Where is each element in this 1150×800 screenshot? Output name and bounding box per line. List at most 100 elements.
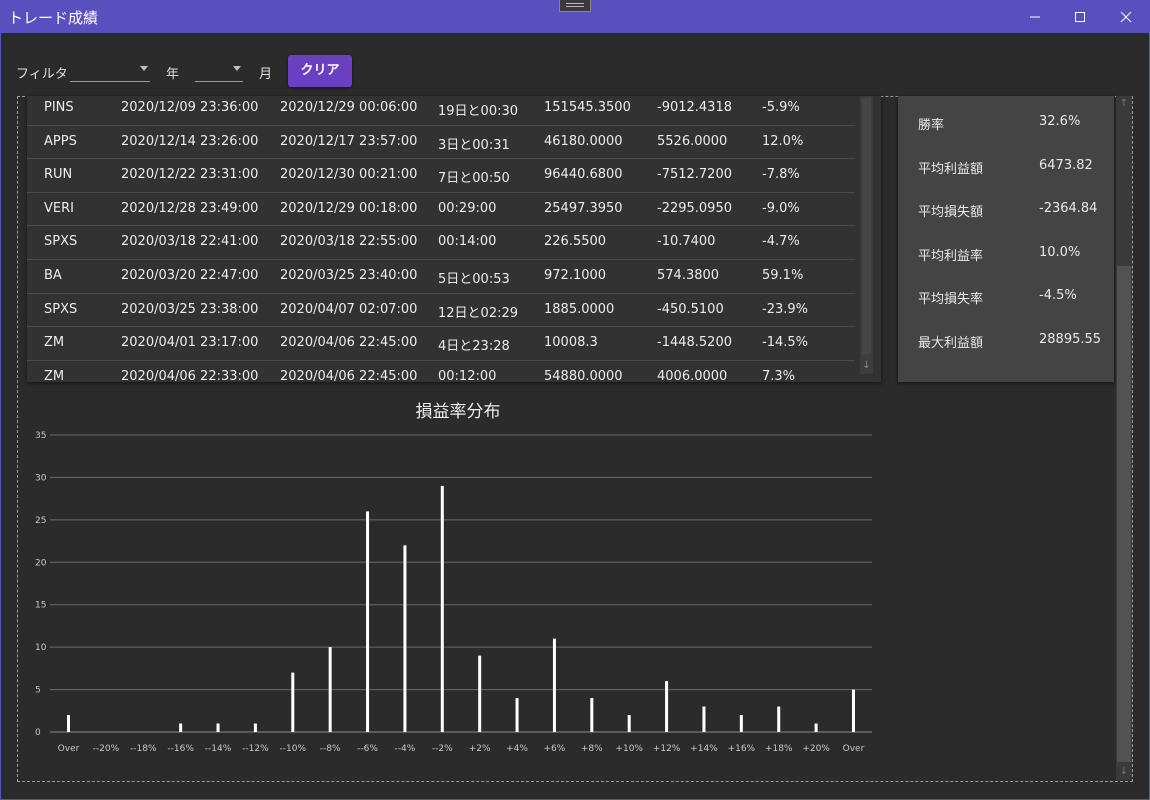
cell-duration: 5日と00:53 <box>438 271 510 287</box>
cell-symbol: APPS <box>44 133 77 149</box>
bar <box>777 706 781 732</box>
y-tick-label: 35 <box>35 431 46 441</box>
y-tick-label: 10 <box>35 643 47 653</box>
scroll-up-arrow-icon[interactable]: ↑ <box>1116 96 1132 112</box>
cell-duration: 19日と00:30 <box>438 104 519 119</box>
x-tick-label: --18% <box>130 744 157 754</box>
table-row[interactable]: SPXS 2020/03/18 22:41:00 2020/03/18 22:55:… <box>27 226 855 260</box>
stat-value: 28895.55 <box>1039 331 1102 347</box>
drag-grip-handle[interactable] <box>559 0 591 12</box>
table-row[interactable]: ZM 2020/04/01 23:17:00 2020/04/06 22:45:00… <box>27 327 855 361</box>
cell-amount: 151545.3500 <box>544 100 631 115</box>
page-scrollbar-thumb[interactable] <box>1117 266 1131 762</box>
bar <box>67 715 70 732</box>
x-tick-label: --20% <box>93 744 120 754</box>
cell-rate: -4.7% <box>762 234 800 250</box>
table-row[interactable]: BA 2020/03/20 22:47:00 2020/03/25 23:40:00… <box>27 260 855 294</box>
x-tick-label: +14% <box>690 744 718 754</box>
cell-amount: 46180.0000 <box>544 133 623 149</box>
x-tick-label: --4% <box>395 744 416 754</box>
y-tick-label: 30 <box>35 473 47 483</box>
minimize-button[interactable] <box>1012 0 1058 32</box>
cell-pnl: 574.3800 <box>657 267 720 283</box>
cell-close: 2020/04/07 02:07:00 <box>280 301 418 317</box>
stat-value: -4.5% <box>1039 288 1077 303</box>
bar <box>328 647 332 732</box>
cell-symbol: ZM <box>44 335 65 351</box>
cell-amount: 1885.0000 <box>544 301 615 317</box>
cell-symbol: BA <box>44 267 62 283</box>
cell-symbol: SPXS <box>44 301 78 317</box>
y-tick-label: 15 <box>35 601 46 611</box>
cell-duration: 4日と23:28 <box>438 339 510 355</box>
bar <box>179 723 183 732</box>
cell-close: 2020/12/29 00:18:00 <box>280 200 418 216</box>
table-row[interactable]: RUN 2020/12/22 23:31:00 2020/12/30 00:21:0… <box>27 159 855 193</box>
table-row[interactable]: PINS 2020/12/09 23:36:00 2020/12/29 00:06:… <box>27 96 855 126</box>
cell-amount: 10008.3 <box>544 335 598 351</box>
chevron-down-icon <box>140 66 148 71</box>
table-scrollbar[interactable]: ↓ <box>860 96 873 374</box>
cell-close: 2020/04/06 22:45:00 <box>280 368 418 382</box>
bar <box>478 655 482 732</box>
bar <box>216 723 220 732</box>
cell-amount: 226.5500 <box>544 234 607 250</box>
trades-table[interactable]: PINS 2020/12/09 23:36:00 2020/12/29 00:06:… <box>27 96 855 382</box>
table-row[interactable]: APPS 2020/12/14 23:26:00 2020/12/17 23:57:… <box>27 126 855 160</box>
bar <box>253 723 257 732</box>
stats-panel: 勝率 32.6% 平均利益額 6473.82 平均損失額 -2364.84 平均利益率 10.… <box>898 96 1114 382</box>
cell-amount: 25497.3950 <box>544 200 623 216</box>
title-bar[interactable]: トレード成績 <box>0 0 1150 32</box>
cell-open: 2020/03/18 22:41:00 <box>121 234 259 250</box>
x-tick-label: +20% <box>802 744 830 754</box>
cell-rate: -7.8% <box>762 167 800 183</box>
cell-pnl: -9012.4318 <box>657 100 732 115</box>
cell-close: 2020/03/25 23:40:00 <box>280 267 418 283</box>
bar <box>403 545 407 732</box>
cell-duration: 3日と00:31 <box>438 137 510 153</box>
bar <box>552 638 556 732</box>
cell-duration: 7日と00:50 <box>438 171 510 187</box>
cell-amount: 96440.6800 <box>544 167 623 183</box>
maximize-icon <box>1075 11 1085 22</box>
scroll-down-arrow-icon[interactable]: ↓ <box>1116 764 1132 780</box>
close-icon <box>1120 11 1132 22</box>
close-button[interactable] <box>1103 0 1149 32</box>
y-tick-label: 25 <box>35 516 46 526</box>
chart-title: 損益率分布 <box>416 402 501 422</box>
trades-table-card: PINS 2020/12/09 23:36:00 2020/12/29 00:06:… <box>27 96 881 382</box>
bar <box>627 715 631 732</box>
clear-button[interactable]: クリア <box>288 55 352 87</box>
cell-close: 2020/12/17 23:57:00 <box>280 133 418 149</box>
stat-label: 勝率 <box>918 118 945 133</box>
cell-amount: 972.1000 <box>544 267 607 283</box>
bar <box>440 485 444 732</box>
year-dropdown[interactable] <box>195 58 243 82</box>
table-row[interactable]: SPXS 2020/03/25 23:38:00 2020/04/07 02:07:… <box>27 294 855 328</box>
minimize-icon <box>1030 16 1040 17</box>
bar <box>814 723 818 732</box>
cell-duration: 00:29:00 <box>438 200 497 216</box>
x-tick-label: --6% <box>357 744 378 754</box>
table-scrollbar-thumb[interactable] <box>862 98 871 354</box>
chart-svg: 損益率分布 0 5 10 15 20 25 30 35 Over --20% --18% --16%… <box>35 402 872 754</box>
table-row[interactable]: VERI 2020/12/28 23:49:00 2020/12/29 00:18:… <box>27 193 855 227</box>
cell-rate: -23.9% <box>762 301 808 317</box>
filter-dropdown[interactable] <box>70 58 150 82</box>
y-tick-label: 20 <box>35 558 47 568</box>
maximize-button[interactable] <box>1057 0 1103 32</box>
x-tick-label: Over <box>843 744 865 754</box>
month-label: 月 <box>259 67 273 82</box>
bar <box>590 698 594 732</box>
scroll-down-arrow-icon[interactable]: ↓ <box>860 358 873 374</box>
filter-label: フィルタ <box>16 67 68 82</box>
stat-value: -2364.84 <box>1039 201 1098 216</box>
cell-pnl: -1448.5200 <box>657 335 732 351</box>
x-tick-label: --8% <box>320 744 341 754</box>
cell-rate: -9.0% <box>762 200 800 216</box>
table-row[interactable]: ZM 2020/04/06 22:33:00 2020/04/06 22:45:00… <box>27 361 855 382</box>
page-scrollbar[interactable]: ↑ ↓ <box>1116 96 1132 780</box>
cell-rate: 12.0% <box>762 133 804 149</box>
cell-open: 2020/04/06 22:33:00 <box>121 368 259 382</box>
stat-value: 6473.82 <box>1039 157 1093 173</box>
